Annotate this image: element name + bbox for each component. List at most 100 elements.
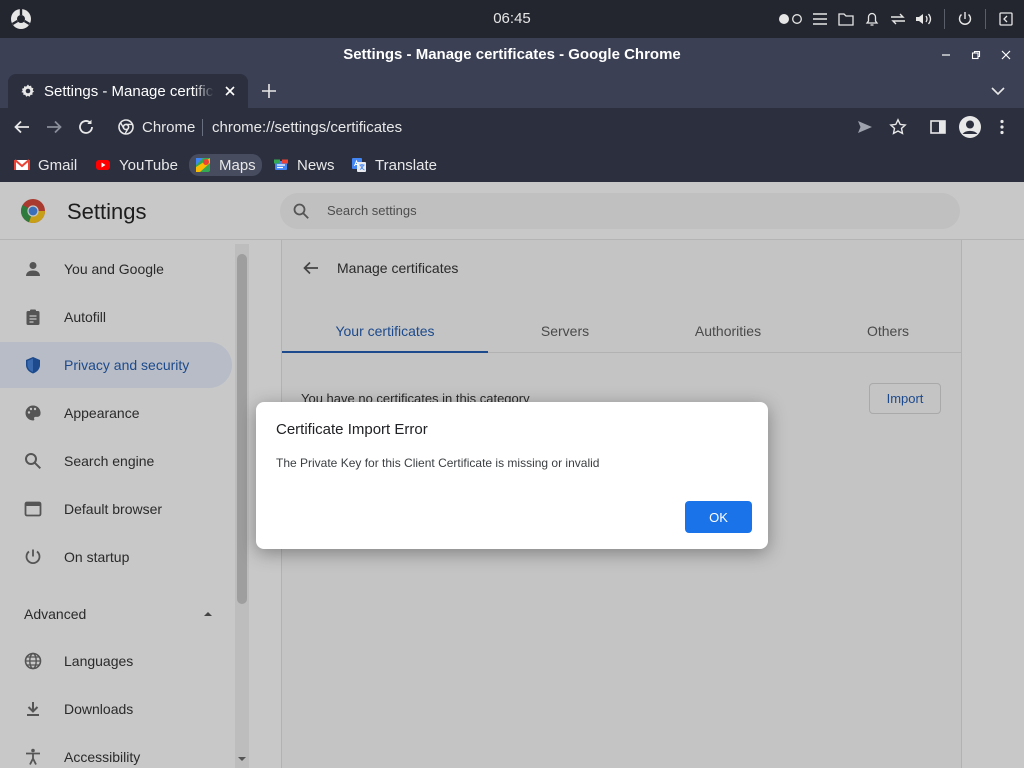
- volume-icon[interactable]: [914, 9, 934, 29]
- certificate-import-error-dialog: Certificate Import Error The Private Key…: [256, 402, 768, 549]
- side-panel-button[interactable]: [928, 117, 948, 137]
- tab-title: Settings - Manage certificates: [44, 83, 214, 101]
- bookmarks-bar: Gmail YouTube Maps News Translate: [0, 146, 1024, 182]
- back-arrow-icon: [14, 120, 29, 134]
- sidebar-item-label: You and Google: [64, 261, 164, 277]
- star-icon: [889, 118, 907, 135]
- window-title: Settings - Manage certificates - Google …: [343, 46, 681, 63]
- close-tab-icon[interactable]: [222, 83, 238, 99]
- chrome-menu-button[interactable]: [992, 117, 1012, 137]
- sidebar-item-search-engine[interactable]: Search engine: [0, 438, 232, 484]
- tab-others[interactable]: Others: [808, 323, 968, 339]
- sidebar-item-label: Autofill: [64, 309, 107, 325]
- youtube-icon: [96, 160, 110, 170]
- sidebar-item-label: On startup: [64, 549, 130, 565]
- clipboard-icon: [26, 309, 40, 325]
- system-tray: [778, 8, 1016, 30]
- new-tab-icon[interactable]: [259, 81, 279, 101]
- maps-icon: [196, 158, 210, 172]
- sidebar-scrollbar-thumb[interactable]: [237, 254, 247, 604]
- scroll-down-arrow-icon[interactable]: [237, 755, 247, 763]
- advanced-section-toggle[interactable]: Advanced: [24, 606, 86, 622]
- translate-icon: [352, 158, 366, 172]
- power-icon: [25, 549, 41, 565]
- person-icon: [26, 262, 40, 276]
- import-button[interactable]: Import: [869, 383, 941, 414]
- settings-title: Settings: [67, 199, 147, 224]
- dialog-message: The Private Key for this Client Certific…: [276, 456, 600, 470]
- gear-icon: [21, 84, 34, 97]
- palette-icon: [25, 405, 41, 421]
- back-arrow-icon[interactable]: [302, 259, 320, 277]
- kebab-menu-icon: [1000, 119, 1004, 135]
- folder-icon[interactable]: [836, 9, 856, 29]
- send-to-devices-button[interactable]: [855, 117, 875, 137]
- sidebar-item-privacy-and-security[interactable]: Privacy and security: [0, 342, 232, 388]
- bookmark-star-button[interactable]: [888, 117, 908, 137]
- power-icon[interactable]: [955, 9, 975, 29]
- bell-icon[interactable]: [862, 9, 882, 29]
- sidebar-item-label: Accessibility: [64, 749, 141, 765]
- sidebar-item-default-browser[interactable]: Default browser: [0, 486, 232, 532]
- bookmark-label: Gmail: [38, 156, 78, 174]
- ok-button[interactable]: OK: [685, 501, 752, 533]
- bookmark-maps[interactable]: Maps: [189, 154, 262, 176]
- page-title: Manage certificates: [337, 260, 459, 276]
- settings-header: Settings Search settings: [0, 182, 1024, 240]
- menu-icon[interactable]: [810, 9, 830, 29]
- tab-servers[interactable]: Servers: [485, 323, 645, 339]
- active-tab-indicator: [282, 351, 488, 353]
- sidebar-item-autofill[interactable]: Autofill: [0, 294, 232, 340]
- sidebar-item-on-startup[interactable]: On startup: [0, 534, 232, 580]
- sidebar-item-downloads[interactable]: Downloads: [0, 686, 232, 732]
- collapse-arrow-icon[interactable]: [203, 610, 213, 618]
- close-window-button[interactable]: [997, 46, 1015, 64]
- forward-button[interactable]: [44, 117, 64, 137]
- send-icon: [858, 121, 872, 133]
- sidebar-item-label: Appearance: [64, 405, 140, 421]
- sidebar-item-label: Default browser: [64, 501, 163, 517]
- tray-separator: [944, 9, 945, 29]
- address-bar[interactable]: Chrome chrome://settings/certificates: [108, 110, 908, 144]
- sidebar-item-accessibility[interactable]: Accessibility: [0, 734, 232, 768]
- bookmark-translate[interactable]: Translate: [351, 154, 437, 176]
- settings-sidebar: You and Google Autofill Privacy and secu…: [0, 240, 250, 768]
- search-placeholder: Search settings: [327, 203, 417, 218]
- back-button[interactable]: [12, 117, 32, 137]
- sidebar-item-label: Search engine: [64, 453, 155, 469]
- reload-icon: [79, 119, 93, 134]
- bookmark-news[interactable]: News: [273, 154, 335, 176]
- maximize-button[interactable]: [967, 46, 985, 64]
- network-icon[interactable]: [888, 9, 908, 29]
- system-top-bar: 06:45: [0, 0, 1024, 38]
- bookmark-gmail[interactable]: Gmail: [14, 154, 77, 176]
- minimize-button[interactable]: [937, 46, 955, 64]
- shield-icon: [26, 357, 40, 374]
- browser-toolbar: Chrome chrome://settings/certificates: [0, 108, 1024, 146]
- tab-search-chevron-icon[interactable]: [988, 81, 1008, 101]
- window-title-bar[interactable]: Settings - Manage certificates - Google …: [0, 38, 1024, 72]
- tab-settings[interactable]: Settings - Manage certificates: [8, 74, 248, 108]
- tab-your-certificates[interactable]: Your certificates: [305, 323, 465, 339]
- bookmark-youtube[interactable]: YouTube: [95, 154, 178, 176]
- tray-separator: [985, 9, 986, 29]
- sidebar-item-languages[interactable]: Languages: [0, 638, 232, 684]
- browser-icon: [24, 501, 42, 517]
- bookmark-label: Maps: [219, 156, 256, 174]
- sidebar-item-label: Downloads: [64, 701, 134, 717]
- sidebar-item-appearance[interactable]: Appearance: [0, 390, 232, 436]
- search-icon: [293, 203, 309, 219]
- sidebar-item-label: Privacy and security: [64, 357, 190, 373]
- sidebar-item-you-and-google[interactable]: You and Google: [0, 246, 232, 292]
- bookmark-label: Translate: [375, 156, 437, 174]
- omnibox-divider: [202, 119, 203, 136]
- sidebar-item-label: Languages: [64, 653, 134, 669]
- chrome-logo-icon: [21, 199, 45, 223]
- tab-authorities[interactable]: Authorities: [648, 323, 808, 339]
- profile-button[interactable]: [958, 115, 982, 139]
- toggle-icon[interactable]: [778, 9, 804, 29]
- logout-icon[interactable]: [996, 9, 1016, 29]
- search-settings-field[interactable]: Search settings: [280, 193, 960, 229]
- reload-button[interactable]: [76, 117, 96, 137]
- omnibox-url[interactable]: chrome://settings/certificates: [212, 119, 402, 136]
